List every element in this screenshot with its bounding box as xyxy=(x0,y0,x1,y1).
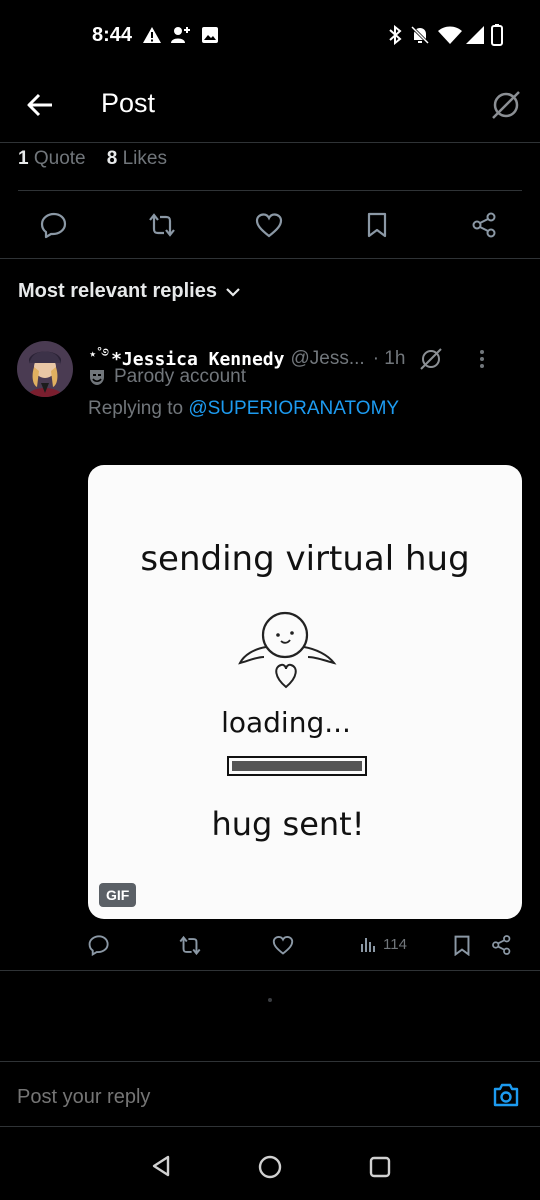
system-nav-bar xyxy=(0,1126,540,1200)
grok-icon[interactable] xyxy=(419,347,443,371)
bluetooth-icon xyxy=(389,25,402,45)
nav-back-icon[interactable] xyxy=(149,1154,173,1178)
reply-input[interactable] xyxy=(17,1086,437,1109)
person-add-icon xyxy=(171,27,190,43)
reply-icon xyxy=(40,212,67,239)
top-app-bar: Post xyxy=(0,70,540,143)
repost-button[interactable] xyxy=(142,205,182,245)
replies-sort-label: Most relevant replies xyxy=(18,280,217,302)
wifi-icon xyxy=(438,26,462,44)
likes-stat[interactable]: 8 Likes xyxy=(107,148,167,169)
status-time: 8:44 xyxy=(92,24,133,46)
repost-icon xyxy=(179,935,201,956)
reply-icon xyxy=(88,935,109,956)
more-options-icon[interactable] xyxy=(479,349,485,369)
arrow-left-icon[interactable] xyxy=(26,92,54,118)
mention-link[interactable]: @SUPERIORANATOMY xyxy=(188,398,399,419)
reply-share-button[interactable] xyxy=(491,934,513,956)
heart-icon xyxy=(272,935,294,955)
bell-off-icon xyxy=(410,25,430,45)
view-count: 114 xyxy=(383,935,407,953)
divider xyxy=(0,970,540,971)
gif-badge: GIF xyxy=(99,883,137,907)
gif-text-line1: sending virtual hug xyxy=(140,539,469,579)
replies-sort-dropdown[interactable]: Most relevant replies xyxy=(18,280,241,303)
nav-recents-icon[interactable] xyxy=(368,1155,392,1179)
share-icon xyxy=(492,935,511,955)
gif-media[interactable]: sending virtual hug loading... hug sent!… xyxy=(88,465,522,919)
share-icon xyxy=(472,212,496,238)
post-stats: 1 Quote 8 Likes xyxy=(18,148,167,170)
signal-icon xyxy=(466,26,484,44)
reply-reply-button[interactable] xyxy=(88,934,110,956)
loading-indicator xyxy=(268,998,272,1002)
reply-button[interactable] xyxy=(34,205,74,245)
like-label: Likes xyxy=(122,148,167,169)
analytics-icon xyxy=(361,938,375,952)
heart-icon xyxy=(255,213,283,238)
author-handle[interactable]: @Jess... xyxy=(290,348,364,370)
quotes-stat[interactable]: 1 Quote xyxy=(18,148,86,169)
avatar-image xyxy=(17,341,73,397)
reply-composer xyxy=(0,1061,540,1127)
nav-home-icon[interactable] xyxy=(257,1154,283,1180)
reply-views[interactable]: 114 xyxy=(360,935,407,953)
reply-like-button[interactable] xyxy=(272,935,294,955)
theater-mask-icon xyxy=(90,370,104,385)
divider xyxy=(18,190,522,191)
camera-icon[interactable] xyxy=(492,1082,520,1108)
reply-time: · 1h xyxy=(372,348,406,369)
like-count: 8 xyxy=(106,148,118,169)
replying-to: Replying to @SUPERIORANATOMY xyxy=(88,398,399,420)
status-bar: 8:44 xyxy=(0,0,540,70)
quote-count: 1 xyxy=(18,148,29,169)
quote-label: Quote xyxy=(33,148,86,169)
parody-text: Parody account xyxy=(114,366,247,387)
page-title: Post xyxy=(101,88,156,118)
gif-text-line3: hug sent! xyxy=(211,805,364,843)
parody-label: Parody account xyxy=(88,366,246,388)
gif-illustration: sending virtual hug loading... hug sent! xyxy=(140,539,469,843)
replying-prefix: Replying to xyxy=(88,398,184,419)
bookmark-icon xyxy=(367,212,387,238)
reply-bookmark-button[interactable] xyxy=(453,935,471,956)
reply-repost-button[interactable] xyxy=(177,935,203,956)
share-button[interactable] xyxy=(465,205,505,245)
bookmark-icon xyxy=(454,935,470,956)
chevron-down-icon xyxy=(226,287,240,297)
alert-icon xyxy=(143,27,161,43)
gif-text-line2: loading... xyxy=(221,706,351,739)
like-button[interactable] xyxy=(249,205,289,245)
divider xyxy=(0,258,540,259)
grok-icon[interactable] xyxy=(490,89,522,121)
battery-icon xyxy=(491,24,503,46)
bookmark-button[interactable] xyxy=(357,205,397,245)
image-icon xyxy=(202,27,218,43)
avatar[interactable] xyxy=(17,341,73,397)
repost-icon xyxy=(149,213,175,237)
